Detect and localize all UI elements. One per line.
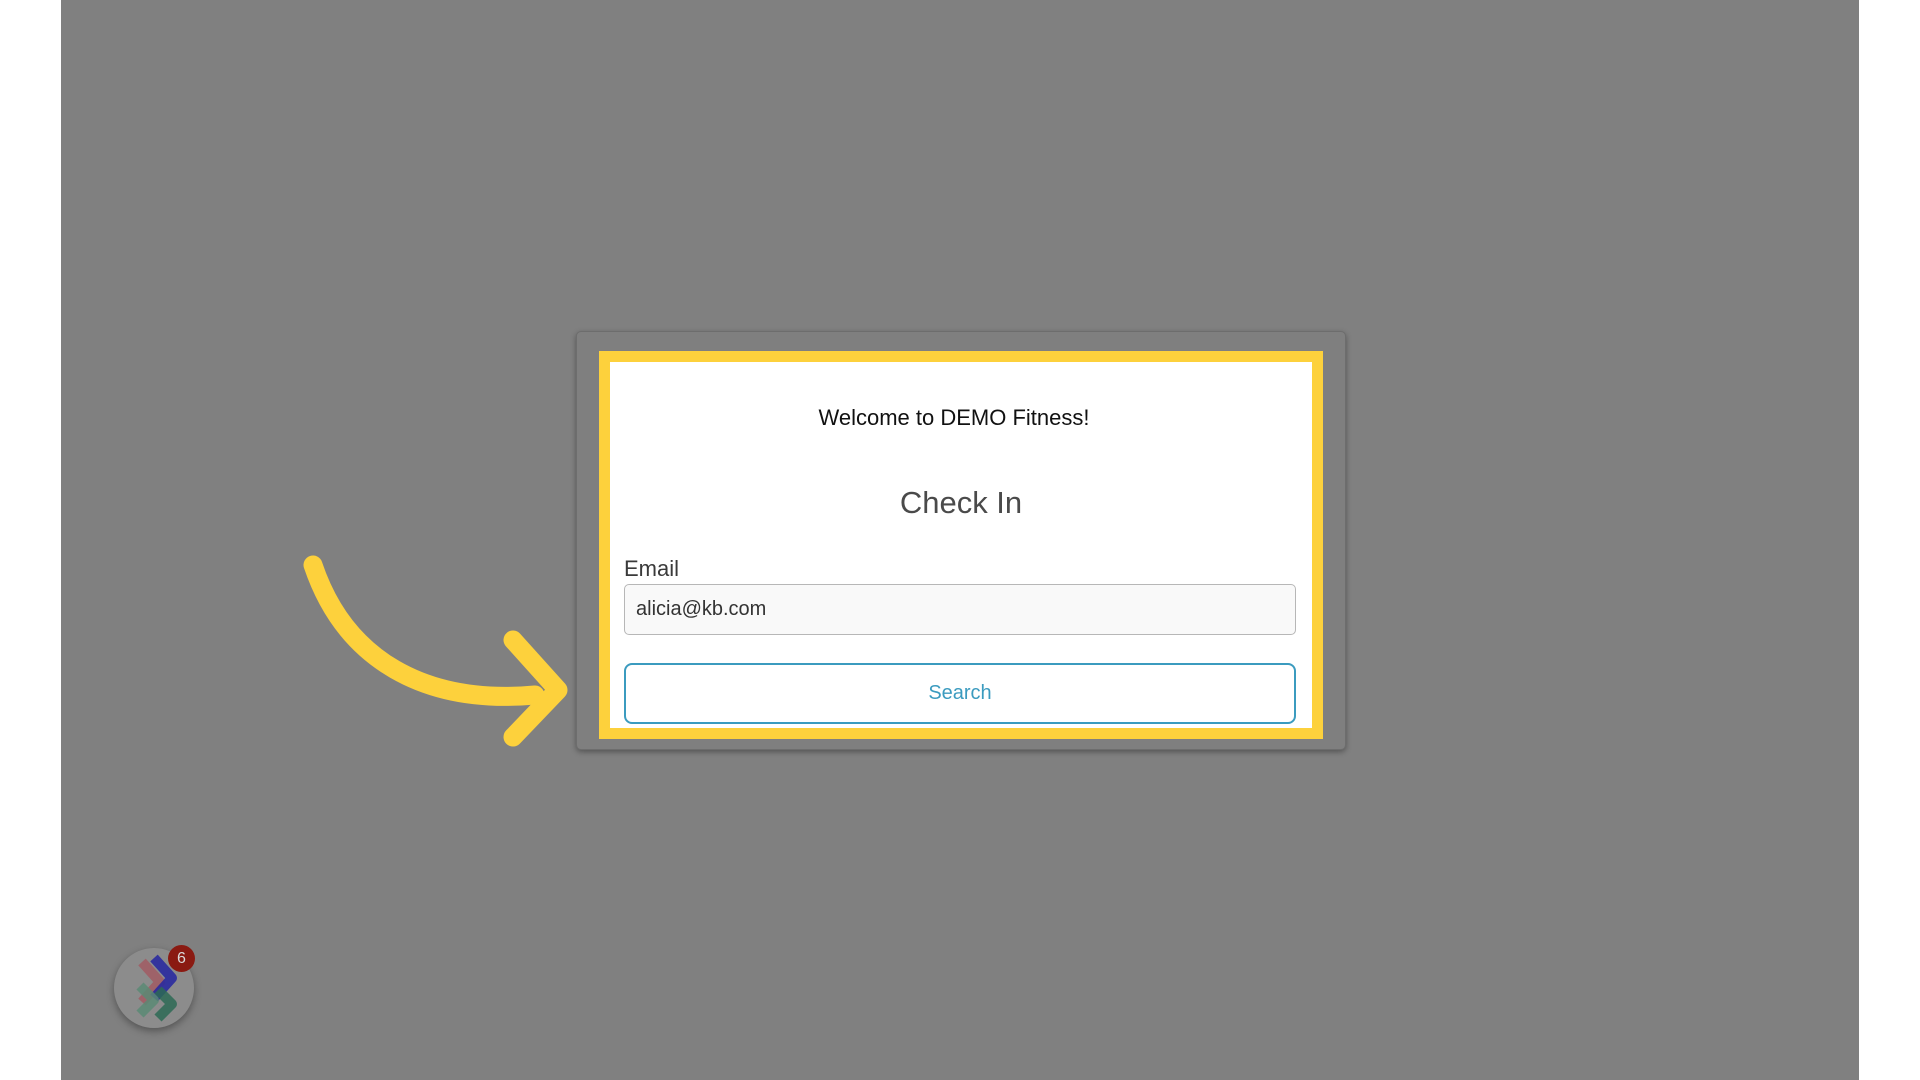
email-field[interactable] bbox=[624, 584, 1296, 635]
email-label: Email bbox=[624, 556, 680, 581]
highlight-frame: Welcome to DEMO Fitness! Check In Email … bbox=[599, 351, 1323, 739]
page-title: Check In bbox=[899, 485, 1023, 520]
check-in-modal: Welcome to DEMO Fitness! Check In Email … bbox=[576, 331, 1346, 750]
check-in-card: Welcome to DEMO Fitness! Check In Email … bbox=[610, 362, 1312, 728]
notification-badge: 6 bbox=[168, 945, 195, 972]
welcome-message: Welcome to DEMO Fitness! bbox=[818, 405, 1090, 430]
search-button[interactable]: Search bbox=[624, 663, 1296, 724]
curved-arrow-icon bbox=[303, 555, 568, 747]
